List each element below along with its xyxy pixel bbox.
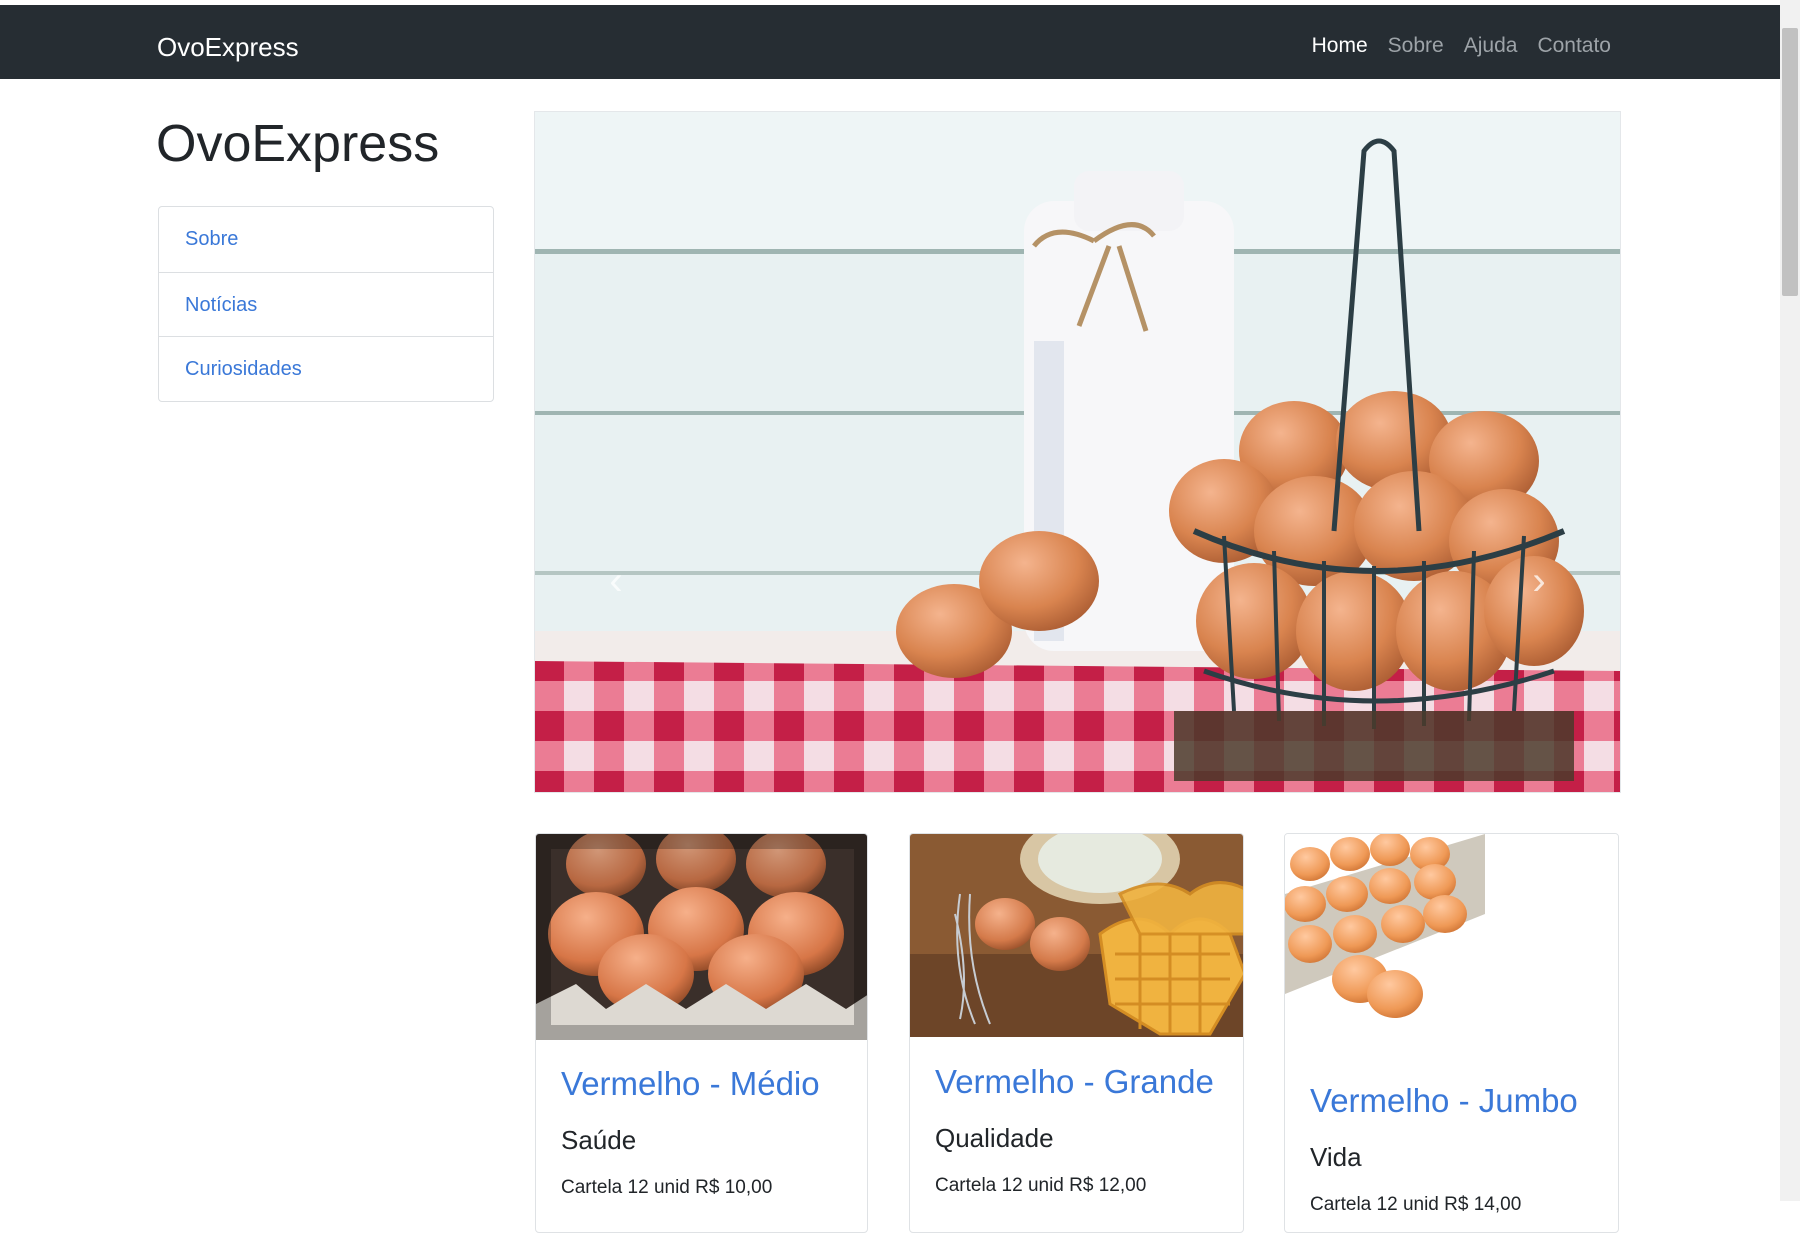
carousel-slide-image	[534, 111, 1621, 793]
navbar: OvoExpress Home Sobre Ajuda Contato	[0, 5, 1780, 79]
card-subtitle: Vida	[1310, 1142, 1362, 1172]
sidebar-item-curiosidades[interactable]: Curiosidades	[159, 336, 493, 401]
image-carousel: ‹ ›	[534, 111, 1621, 793]
nav-link-contato[interactable]: Contato	[1537, 29, 1611, 63]
page-title: OvoExpress	[156, 115, 440, 173]
scrollbar-thumb[interactable]	[1782, 28, 1798, 296]
sidebar-menu: Sobre Notícias Curiosidades	[158, 206, 494, 402]
card-image	[536, 834, 867, 1040]
card-subtitle: Saúde	[561, 1125, 637, 1155]
card-title[interactable]: Vermelho - Grande	[935, 1062, 1214, 1102]
card-text: Cartela 12 unid R$ 10,00	[561, 1177, 773, 1198]
card-text: Cartela 12 unid R$ 12,00	[935, 1175, 1147, 1196]
card-subtitle: Qualidade	[935, 1123, 1054, 1153]
card-title[interactable]: Vermelho - Jumbo	[1310, 1081, 1578, 1121]
card-text: Cartela 12 unid R$ 14,00	[1310, 1194, 1522, 1215]
nav-link-sobre[interactable]: Sobre	[1388, 29, 1444, 63]
card-image	[1285, 834, 1618, 1054]
chevron-left-icon[interactable]: ‹	[606, 556, 626, 606]
sidebar-item-sobre[interactable]: Sobre	[159, 207, 493, 272]
navbar-links: Home Sobre Ajuda Contato	[1292, 29, 1611, 63]
product-card: Vermelho - Médio Saúde Cartela 12 unid R…	[535, 833, 868, 1233]
product-card: Vermelho - Jumbo Vida Cartela 12 unid R$…	[1284, 833, 1619, 1233]
product-card: Vermelho - Grande Qualidade Cartela 12 u…	[909, 833, 1244, 1233]
card-title[interactable]: Vermelho - Médio	[561, 1064, 820, 1104]
chevron-right-icon[interactable]: ›	[1529, 556, 1549, 606]
sidebar-item-noticias[interactable]: Notícias	[159, 271, 493, 337]
card-image	[910, 834, 1243, 1037]
nav-link-home[interactable]: Home	[1312, 29, 1368, 63]
navbar-brand[interactable]: OvoExpress	[157, 30, 299, 64]
nav-link-ajuda[interactable]: Ajuda	[1464, 29, 1518, 63]
